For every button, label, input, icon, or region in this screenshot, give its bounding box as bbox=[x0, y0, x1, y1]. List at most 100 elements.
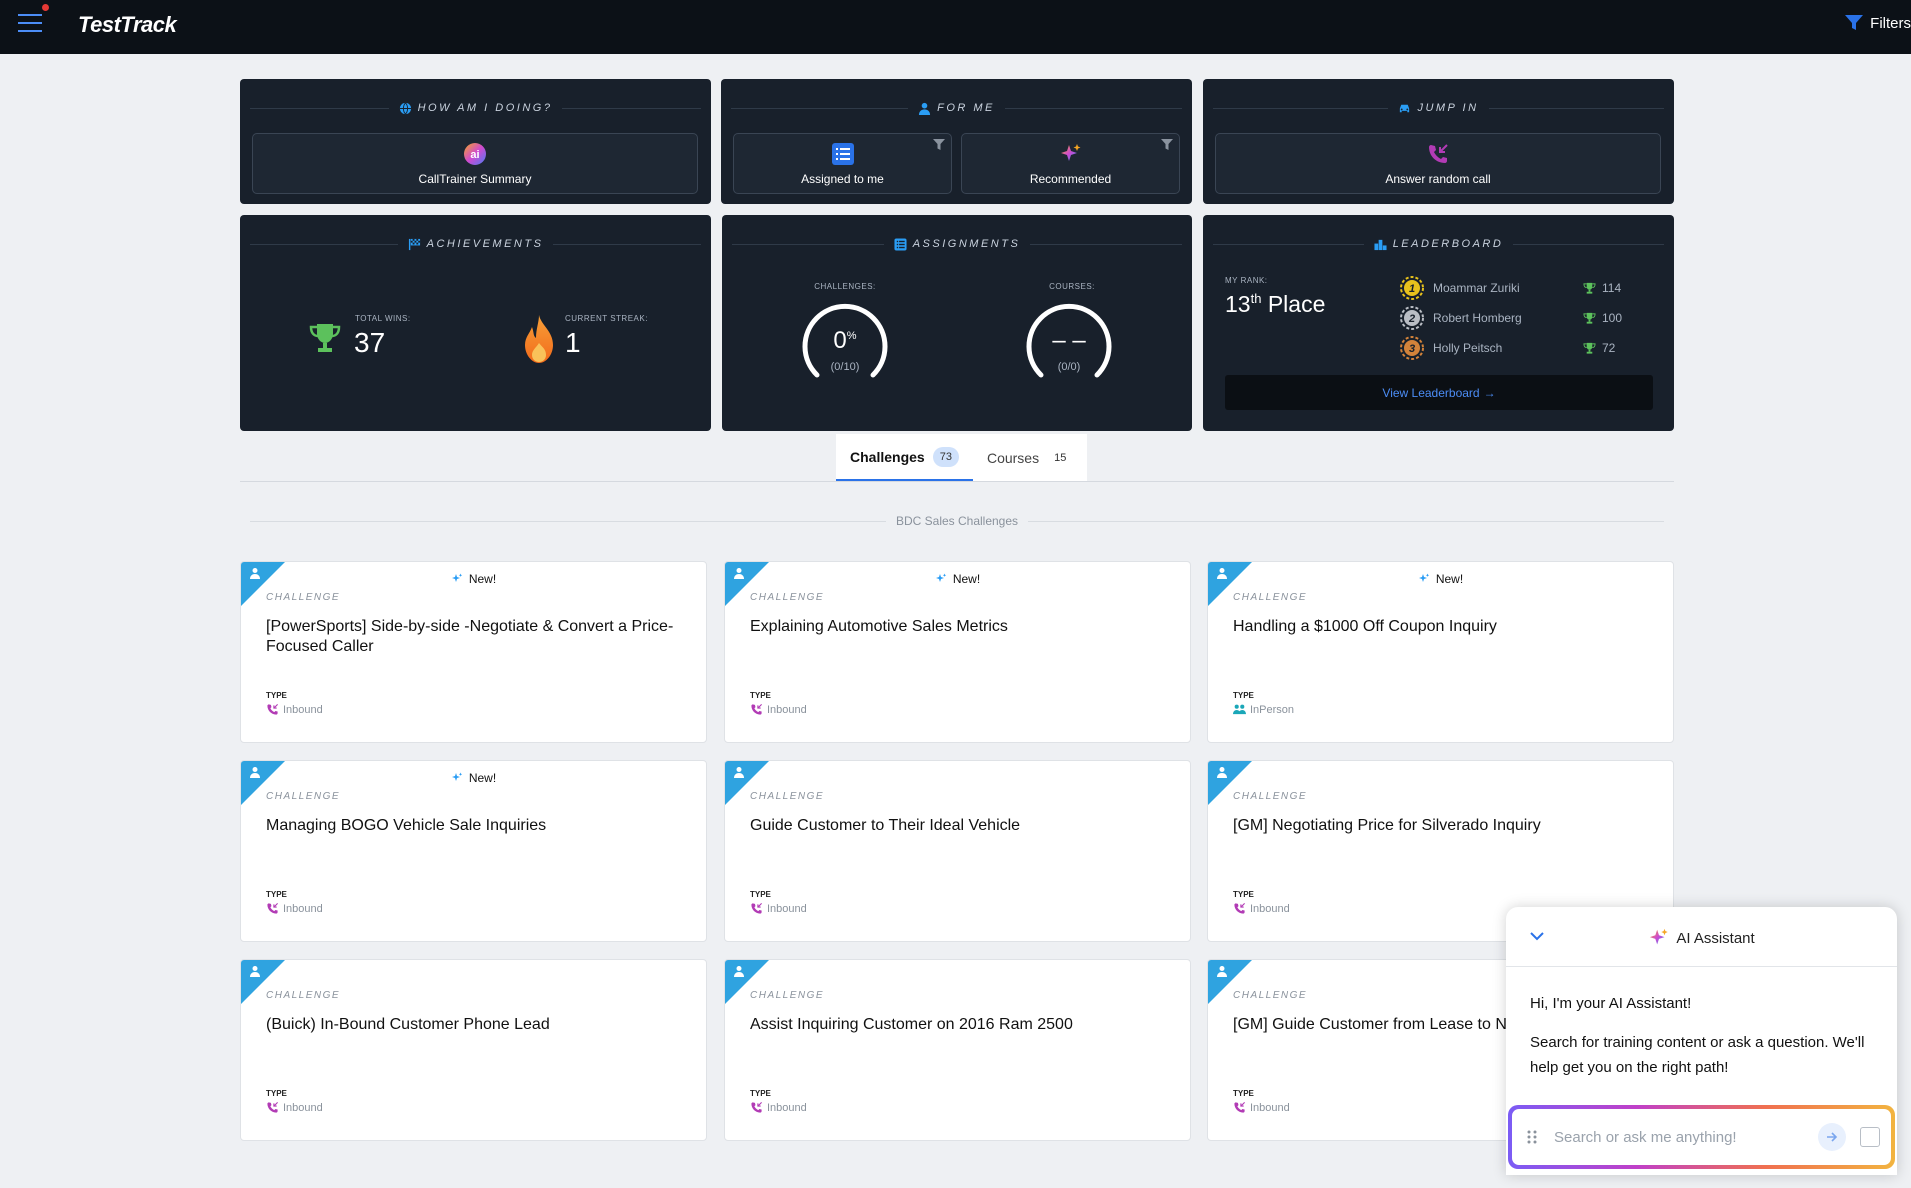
card-type-label: TYPE bbox=[750, 691, 771, 700]
recommended-label: Recommended bbox=[1029, 171, 1112, 186]
leaderboard-name: Holly Peitsch bbox=[1433, 341, 1503, 355]
ai-badge-icon: ai bbox=[464, 142, 486, 165]
leaderboard-entry[interactable]: 1 Moammar Zuriki 114 bbox=[1399, 275, 1639, 301]
filter-icon[interactable] bbox=[933, 139, 945, 151]
recommended-tile[interactable]: Recommended bbox=[961, 133, 1180, 194]
challenge-card[interactable]: New! CHALLENGE [PowerSports] Side-by-side … bbox=[240, 561, 707, 743]
list-icon bbox=[831, 142, 854, 165]
person-icon bbox=[1217, 767, 1227, 778]
ai-option-checkbox[interactable] bbox=[1860, 1127, 1880, 1147]
ai-greeting: Hi, I'm your AI Assistant! bbox=[1530, 995, 1692, 1012]
panel-header: How am I doing? bbox=[240, 101, 711, 115]
in-person-icon bbox=[1233, 704, 1246, 715]
challenge-card[interactable]: CHALLENGE Guide Customer to Their Ideal V… bbox=[724, 760, 1191, 942]
challenge-card[interactable]: CHALLENGE Assist Inquiring Customer on 20… bbox=[724, 959, 1191, 1141]
courses-progress-label: Courses: bbox=[1049, 282, 1095, 291]
person-icon bbox=[1217, 966, 1227, 977]
tab-count-badge: 15 bbox=[1054, 452, 1067, 464]
panel-for-me: For Me Assigned to me Recommended bbox=[721, 79, 1192, 204]
filters-button[interactable]: Filters bbox=[1844, 14, 1911, 32]
globe-icon bbox=[399, 102, 411, 114]
challenge-card[interactable]: New! CHALLENGE Explaining Automotive Sales… bbox=[724, 561, 1191, 743]
inbound-call-icon bbox=[1234, 902, 1246, 914]
current-streak-label: Current streak: bbox=[565, 314, 648, 323]
drag-handle-icon[interactable] bbox=[1526, 1129, 1538, 1145]
incoming-call-icon bbox=[1429, 143, 1448, 163]
sparkle-icon bbox=[1060, 143, 1080, 161]
calltrainer-summary-label: CallTrainer Summary bbox=[418, 171, 532, 186]
send-button[interactable] bbox=[1818, 1123, 1846, 1151]
arrow-right-icon bbox=[1827, 1132, 1838, 1142]
panel-header: For Me bbox=[721, 101, 1192, 115]
my-rank-label: My rank: bbox=[1225, 276, 1268, 285]
card-type-value: Inbound bbox=[750, 902, 807, 915]
card-kind: CHALLENGE bbox=[1233, 990, 1308, 1001]
card-kind: CHALLENGE bbox=[266, 990, 341, 1001]
assigned-to-me-tile[interactable]: Assigned to me bbox=[733, 133, 952, 194]
menu-icon[interactable] bbox=[18, 14, 42, 34]
leaderboard-name: Moammar Zuriki bbox=[1433, 281, 1520, 295]
leaderboard-name: Robert Homberg bbox=[1433, 311, 1522, 325]
card-type-label: TYPE bbox=[266, 890, 287, 899]
leaderboard-score: 100 bbox=[1602, 311, 1623, 325]
panel-header: Leaderboard bbox=[1203, 237, 1674, 251]
card-title: Explaining Automotive Sales Metrics bbox=[750, 618, 1008, 635]
current-streak-value: 1 bbox=[565, 327, 581, 358]
new-tag: New! bbox=[241, 572, 706, 586]
panel-leaderboard: Leaderboard My rank: 13th Place 1 Moamma… bbox=[1203, 215, 1674, 431]
list-icon bbox=[894, 237, 907, 251]
medal-icon: 1 bbox=[1400, 276, 1424, 300]
tab-challenges[interactable]: Challenges 73 bbox=[836, 434, 973, 482]
calltrainer-summary-tile[interactable]: ai CallTrainer Summary bbox=[252, 133, 698, 194]
card-type-label: TYPE bbox=[1233, 691, 1254, 700]
svg-text:ai: ai bbox=[470, 149, 479, 161]
panel-header: Achievements bbox=[240, 237, 711, 251]
challenge-card[interactable]: New! CHALLENGE Managing BOGO Vehicle Sale … bbox=[240, 760, 707, 942]
card-title: Managing BOGO Vehicle Sale Inquiries bbox=[266, 817, 547, 834]
tab-count-badge: 73 bbox=[932, 446, 959, 467]
trophy-icon bbox=[1583, 282, 1596, 294]
tab-courses[interactable]: Courses 15 bbox=[973, 434, 1087, 482]
leaderboard-entry[interactable]: 3 Holly Peitsch 72 bbox=[1399, 335, 1639, 361]
courses-percent: – – bbox=[1052, 327, 1086, 354]
trophy-icon bbox=[1583, 342, 1596, 354]
trophy-icon bbox=[1583, 312, 1596, 324]
sparkle-icon bbox=[935, 573, 947, 582]
filter-icon[interactable] bbox=[1161, 139, 1173, 151]
ai-assistant-title: AI Assistant bbox=[1676, 929, 1755, 947]
panel-assignments: Assignments Challenges: 0% (0/10) Course… bbox=[722, 215, 1192, 431]
view-leaderboard-button[interactable]: View Leaderboard → bbox=[1225, 375, 1653, 410]
sparkle-icon bbox=[451, 772, 463, 781]
new-tag: New! bbox=[725, 572, 1190, 586]
challenge-card[interactable]: CHALLENGE (Buick) In-Bound Customer Phone… bbox=[240, 959, 707, 1141]
answer-random-call-label: Answer random call bbox=[1385, 171, 1491, 186]
total-wins-value: 37 bbox=[354, 327, 386, 358]
challenge-card[interactable]: New! CHALLENGE Handling a $1000 Off Coupon… bbox=[1207, 561, 1674, 743]
ai-assistant-panel: AI Assistant Hi, I'm your AI Assistant! … bbox=[1506, 907, 1897, 1175]
card-kind: CHALLENGE bbox=[750, 592, 825, 603]
card-kind: CHALLENGE bbox=[1233, 592, 1308, 603]
panel-jump-in: Jump In Answer random call bbox=[1203, 79, 1674, 204]
card-title: Handling a $1000 Off Coupon Inquiry bbox=[1233, 618, 1497, 635]
panel-header: Assignments bbox=[722, 237, 1192, 251]
total-wins-label: Total wins: bbox=[355, 314, 411, 323]
flame-icon bbox=[525, 315, 553, 363]
card-type-value: Inbound bbox=[1233, 902, 1290, 915]
answer-random-call-tile[interactable]: Answer random call bbox=[1215, 133, 1661, 194]
leaderboard-score: 114 bbox=[1602, 281, 1622, 295]
brand-logo[interactable]: TestTrack bbox=[78, 12, 177, 38]
panel-header: Jump In bbox=[1203, 101, 1674, 115]
medal-icon: 2 bbox=[1400, 306, 1424, 330]
card-title: [PowerSports] Side-by-side -Negotiate & … bbox=[266, 618, 674, 655]
trophy-icon bbox=[309, 324, 341, 352]
card-type-value: Inbound bbox=[750, 703, 807, 716]
leaderboard-entry[interactable]: 2 Robert Homberg 100 bbox=[1399, 305, 1639, 331]
content-tabs: Challenges 73 Courses 15 bbox=[836, 434, 1088, 482]
flag-icon bbox=[408, 238, 420, 250]
inbound-call-icon bbox=[1234, 1101, 1246, 1113]
card-type-value: Inbound bbox=[1233, 1101, 1290, 1114]
inbound-call-icon bbox=[751, 703, 763, 715]
card-title: [GM] Negotiating Price for Silverado Inq… bbox=[1233, 817, 1541, 834]
notification-dot bbox=[42, 4, 49, 11]
ai-search-input[interactable] bbox=[1554, 1119, 1804, 1155]
